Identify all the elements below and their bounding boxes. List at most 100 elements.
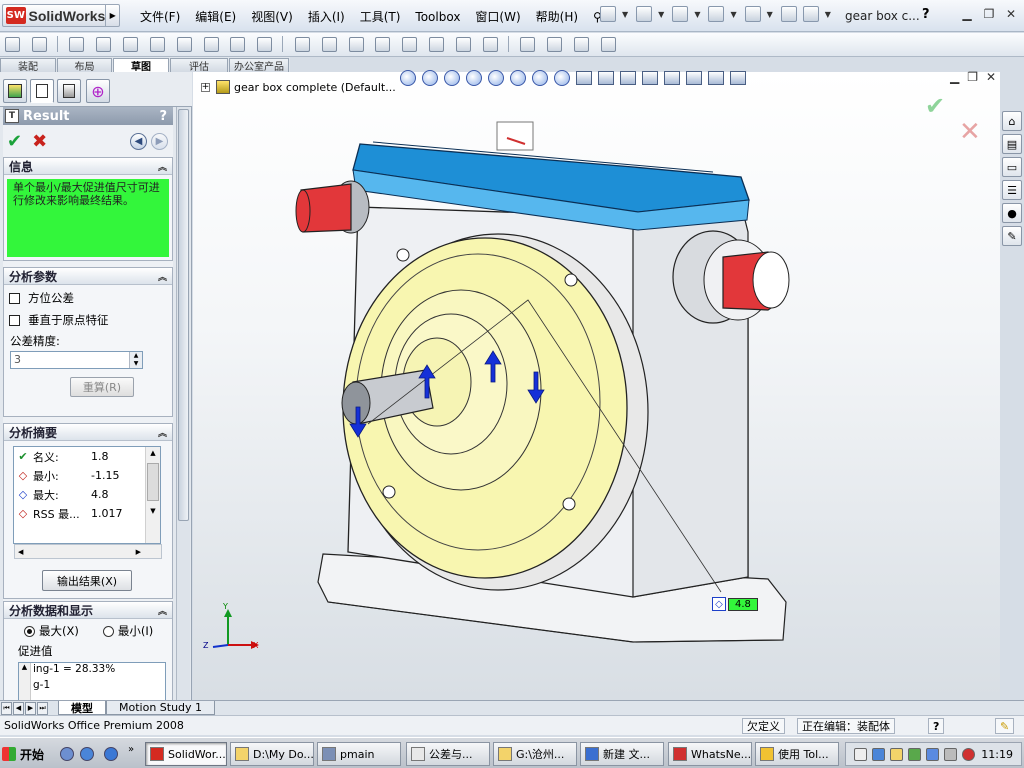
- point-icon[interactable]: [294, 37, 310, 52]
- quicklaunch-icon[interactable]: [60, 747, 74, 761]
- arc-icon[interactable]: [176, 37, 192, 52]
- restore-icon[interactable]: ❐: [967, 70, 978, 84]
- collapse-icon[interactable]: ︽: [158, 270, 167, 283]
- minimize-icon[interactable]: ▁: [950, 70, 959, 84]
- appearances-icon[interactable]: ●: [1002, 203, 1022, 223]
- rotate-icon[interactable]: [488, 70, 504, 86]
- last-tab-icon[interactable]: ⏭: [37, 701, 48, 715]
- repair-sketch-icon[interactable]: [547, 37, 563, 52]
- spinner-arrows[interactable]: ▲ ▼: [129, 352, 142, 368]
- centerline-icon[interactable]: [321, 37, 337, 52]
- polygon-icon[interactable]: [123, 37, 139, 52]
- previous-view-icon[interactable]: [554, 70, 570, 86]
- confirm-ok-icon[interactable]: ✔: [925, 92, 945, 120]
- property-manager-tab[interactable]: [30, 79, 54, 103]
- chevron-down-icon[interactable]: ▼: [658, 10, 664, 19]
- pan-icon[interactable]: [532, 70, 548, 86]
- group-header[interactable]: 分析数据和显示 ︽: [4, 602, 172, 619]
- list-scrollbar[interactable]: ▲: [19, 663, 31, 701]
- menu-view[interactable]: 视图(V): [251, 8, 293, 25]
- solidworks-logo-button[interactable]: SW SolidWorks ▶: [2, 4, 120, 27]
- group-header[interactable]: 信息 ︽: [4, 158, 172, 175]
- ok-check-icon[interactable]: ✔: [7, 131, 22, 152]
- menu-window[interactable]: 窗口(W): [475, 8, 520, 25]
- edit-appearance-icon[interactable]: [708, 71, 724, 85]
- tab-motion-study[interactable]: Motion Study 1: [106, 701, 216, 715]
- radio-min[interactable]: [102, 625, 114, 637]
- spline-icon[interactable]: [230, 37, 246, 52]
- network-icon[interactable]: [872, 748, 885, 761]
- tab-evaluate[interactable]: 评估: [170, 57, 228, 73]
- expand-icon[interactable]: +: [201, 82, 210, 92]
- pin-icon[interactable]: ✎: [995, 718, 1015, 734]
- task-new-document[interactable]: 新建 文...: [580, 742, 664, 766]
- contributors-list[interactable]: ▲ ing-1 = 28.33% g-1: [18, 662, 166, 701]
- export-results-button[interactable]: 输出结果(X): [42, 570, 132, 591]
- rectangle-icon[interactable]: [96, 37, 112, 52]
- summary-row-max[interactable]: ◇ 最大: 4.8: [14, 485, 160, 504]
- tolanalyst-tab[interactable]: ⊕: [86, 79, 110, 103]
- help-icon[interactable]: ?: [928, 718, 945, 734]
- chevron-down-icon[interactable]: ▼: [825, 10, 831, 19]
- task-using-tol[interactable]: 使用 Tol...: [755, 742, 839, 766]
- antivirus-icon[interactable]: [962, 748, 975, 761]
- view-selector-icon[interactable]: [642, 71, 658, 85]
- roll-icon[interactable]: [510, 70, 526, 86]
- breather-plug[interactable]: [496, 121, 534, 151]
- apply-scene-icon[interactable]: [730, 71, 746, 85]
- quick-snaps-icon[interactable]: [574, 37, 590, 52]
- quicklaunch-icon[interactable]: [80, 747, 94, 761]
- zoom-to-selection-icon[interactable]: [466, 70, 482, 86]
- file-explorer-icon[interactable]: ▭: [1002, 157, 1022, 177]
- graphics-area[interactable]: + gear box complete (Default... ▁ ❐ ✕ ✔ …: [193, 70, 1000, 700]
- chevron-down-icon[interactable]: ▼: [622, 10, 628, 19]
- trim-icon[interactable]: [375, 37, 391, 52]
- summary-list[interactable]: ✔ 名义: 1.8 ◇ 最小: -1.15 ◇ 最大: 4.8 ◇ RSS 最... 1.017…: [13, 446, 162, 559]
- options-icon[interactable]: [802, 6, 819, 22]
- first-tab-icon[interactable]: ⏮: [1, 701, 12, 715]
- summary-row-nominal[interactable]: ✔ 名义: 1.8: [14, 447, 160, 466]
- line-icon[interactable]: [69, 37, 85, 52]
- open-icon[interactable]: [636, 6, 653, 22]
- view-palette-icon[interactable]: ☰: [1002, 180, 1022, 200]
- checkbox[interactable]: [9, 292, 20, 304]
- custom-properties-icon[interactable]: ✎: [1002, 226, 1022, 246]
- vertical-scrollbar[interactable]: ▲ ▼: [145, 447, 160, 543]
- tray-app-icon[interactable]: [908, 748, 921, 761]
- orientation-tolerance-option[interactable]: 方位公差: [4, 287, 172, 309]
- horizontal-scrollbar[interactable]: ◀ ▶: [14, 544, 162, 559]
- offset-icon[interactable]: [402, 37, 418, 52]
- task-folder-g[interactable]: G:\沧州...: [493, 742, 577, 766]
- move-entities-icon[interactable]: [482, 37, 498, 52]
- close-icon[interactable]: ✕: [986, 70, 996, 84]
- tab-model[interactable]: 模型: [58, 701, 106, 715]
- task-whatsnew[interactable]: WhatsNe...: [668, 742, 752, 766]
- task-solidworks[interactable]: SolidWor...: [145, 742, 227, 766]
- chevron-right-icon[interactable]: ▶: [105, 4, 119, 27]
- chevron-down-icon[interactable]: ▼: [730, 10, 736, 19]
- design-library-icon[interactable]: ▤: [1002, 134, 1022, 154]
- ellipse-icon[interactable]: [257, 37, 273, 52]
- precision-spinner[interactable]: 3 ▲ ▼: [10, 351, 143, 369]
- mirror-icon[interactable]: [429, 37, 445, 52]
- model-viewport[interactable]: [193, 72, 1000, 700]
- collapse-icon[interactable]: ︽: [158, 426, 167, 439]
- view-orientation-icon[interactable]: [598, 71, 614, 85]
- cancel-x-icon[interactable]: ✖: [32, 131, 47, 152]
- checkbox[interactable]: [9, 314, 20, 326]
- chevron-down-icon[interactable]: ▼: [767, 10, 773, 19]
- list-item[interactable]: g-1: [33, 679, 165, 691]
- zoom-to-fit-icon[interactable]: [400, 70, 416, 86]
- save-icon[interactable]: [672, 6, 689, 22]
- tab-assembly[interactable]: 装配: [0, 57, 56, 73]
- collapse-icon[interactable]: ︽: [158, 160, 167, 173]
- display-relations-icon[interactable]: [520, 37, 536, 52]
- menu-edit[interactable]: 编辑(E): [195, 8, 236, 25]
- undo-icon[interactable]: [744, 6, 761, 22]
- new-document-icon[interactable]: [600, 6, 616, 22]
- security-icon[interactable]: [890, 748, 903, 761]
- menu-help[interactable]: 帮助(H): [536, 8, 578, 25]
- close-icon[interactable]: ✕: [1002, 5, 1020, 23]
- menu-tools[interactable]: 工具(T): [360, 8, 401, 25]
- next-tab-icon[interactable]: ▶: [25, 701, 36, 715]
